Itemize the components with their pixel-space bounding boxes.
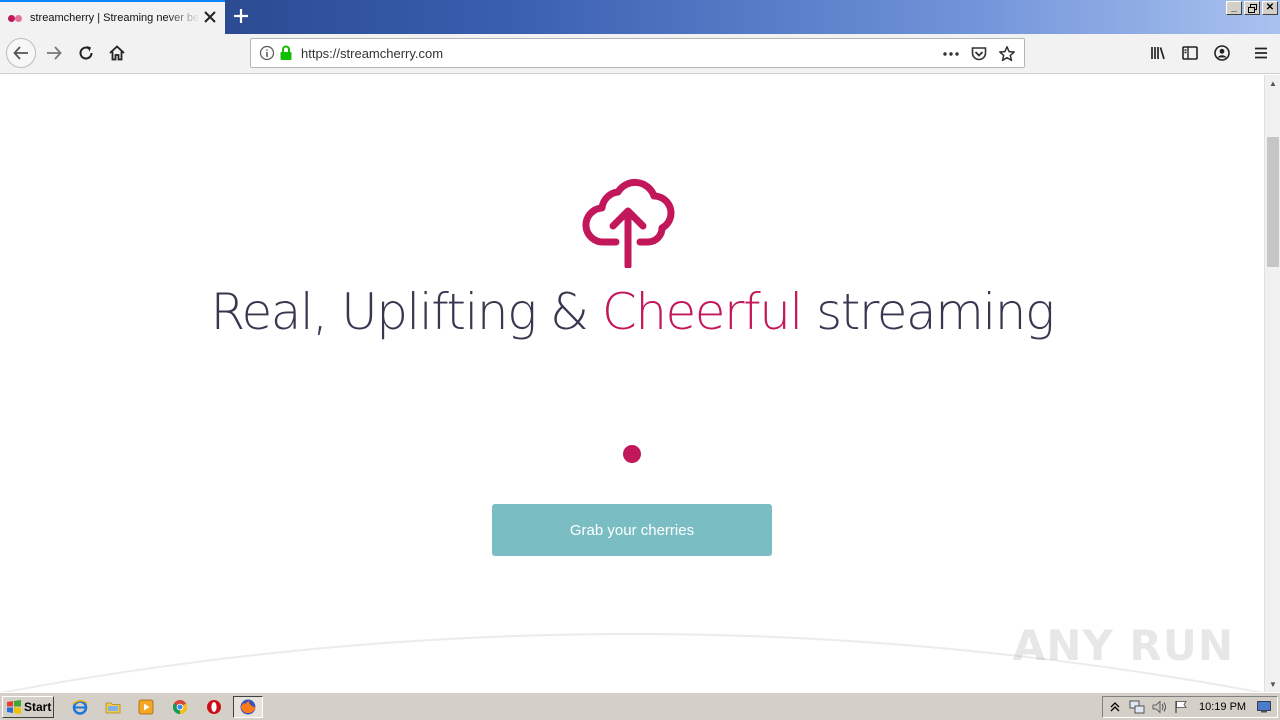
url-text[interactable]: https://streamcherry.com [301,46,443,61]
flag-icon[interactable] [1173,699,1189,715]
window-titlebar: streamcherry | Streaming never be _ ✕ [0,0,1280,34]
library-button[interactable] [1144,39,1172,67]
pocket-icon[interactable] [970,45,988,63]
start-label: Start [24,700,52,714]
folder-icon[interactable] [104,698,122,716]
hero-headline: Real, Uplifting & Cheerful streaming [0,283,1264,341]
restore-icon [1247,3,1257,13]
vertical-scrollbar[interactable]: ▲ ▼ [1264,75,1280,692]
arrow-left-icon [13,46,28,60]
reload-icon [79,46,93,60]
url-bar[interactable]: https://streamcherry.com [250,38,1025,68]
home-button[interactable] [103,39,131,67]
streamcherry-favicon-icon [8,13,24,23]
forward-button[interactable] [40,39,68,67]
opera-icon[interactable] [205,698,223,716]
start-button[interactable]: Start [2,696,54,718]
window-controls: _ ✕ [1226,1,1278,15]
lock-icon [280,45,292,60]
restore-button[interactable] [1244,1,1260,15]
close-icon[interactable] [203,10,217,24]
reload-button[interactable] [72,39,100,67]
info-icon[interactable] [259,45,275,61]
sidebar-icon [1182,46,1198,60]
page-viewport: Real, Uplifting & Cheerful streaming Gra… [0,75,1264,692]
loading-dot [623,445,641,463]
more-icon[interactable] [942,51,960,57]
navigation-toolbar: https://streamcherry.com [0,34,1280,74]
headline-accent-text: Cheerful [601,283,803,341]
volume-icon[interactable] [1151,699,1167,715]
new-tab-icon[interactable] [230,5,252,27]
taskbar-clock[interactable]: 10:19 PM [1199,701,1246,713]
internet-explorer-icon[interactable] [71,698,89,716]
sidebar-button[interactable] [1176,39,1204,67]
scrollbar-thumb[interactable] [1267,137,1279,267]
minimize-button[interactable]: _ [1226,1,1242,15]
hamburger-menu-icon [1255,47,1267,59]
anyrun-watermark: ANY RUN [1013,621,1234,670]
home-icon [109,45,125,61]
scroll-up-icon[interactable]: ▲ [1265,75,1280,91]
watermark-text: ANY RUN [1012,621,1234,670]
browser-tab[interactable]: streamcherry | Streaming never be [0,0,225,34]
menu-button[interactable] [1247,39,1275,67]
firefox-icon [240,699,256,715]
star-icon[interactable] [998,45,1016,63]
windows-taskbar: Start 10:19 PM [0,692,1280,720]
grab-cherries-button[interactable]: Grab your cherries [492,504,772,556]
system-tray: 10:19 PM [1102,696,1278,718]
scroll-down-icon[interactable]: ▼ [1265,676,1280,692]
media-player-icon[interactable] [137,698,155,716]
window-close-button[interactable]: ✕ [1262,1,1278,15]
library-icon [1151,47,1165,60]
chrome-icon[interactable] [171,698,189,716]
headline-text: Real, Uplifting & [210,283,602,341]
show-desktop-icon[interactable] [1256,699,1272,715]
headline-text-end: streaming [801,283,1055,341]
tab-title: streamcherry | Streaming never be [30,12,200,24]
back-button[interactable] [6,38,36,68]
windows-logo-icon [7,700,21,714]
tray-expand-icon[interactable] [1107,699,1123,715]
firefox-taskbar-button[interactable] [233,696,263,718]
cloud-upload-icon [582,178,675,268]
arrow-right-icon [47,46,62,60]
account-icon [1214,45,1230,61]
account-button[interactable] [1208,39,1236,67]
network-icon[interactable] [1129,699,1145,715]
